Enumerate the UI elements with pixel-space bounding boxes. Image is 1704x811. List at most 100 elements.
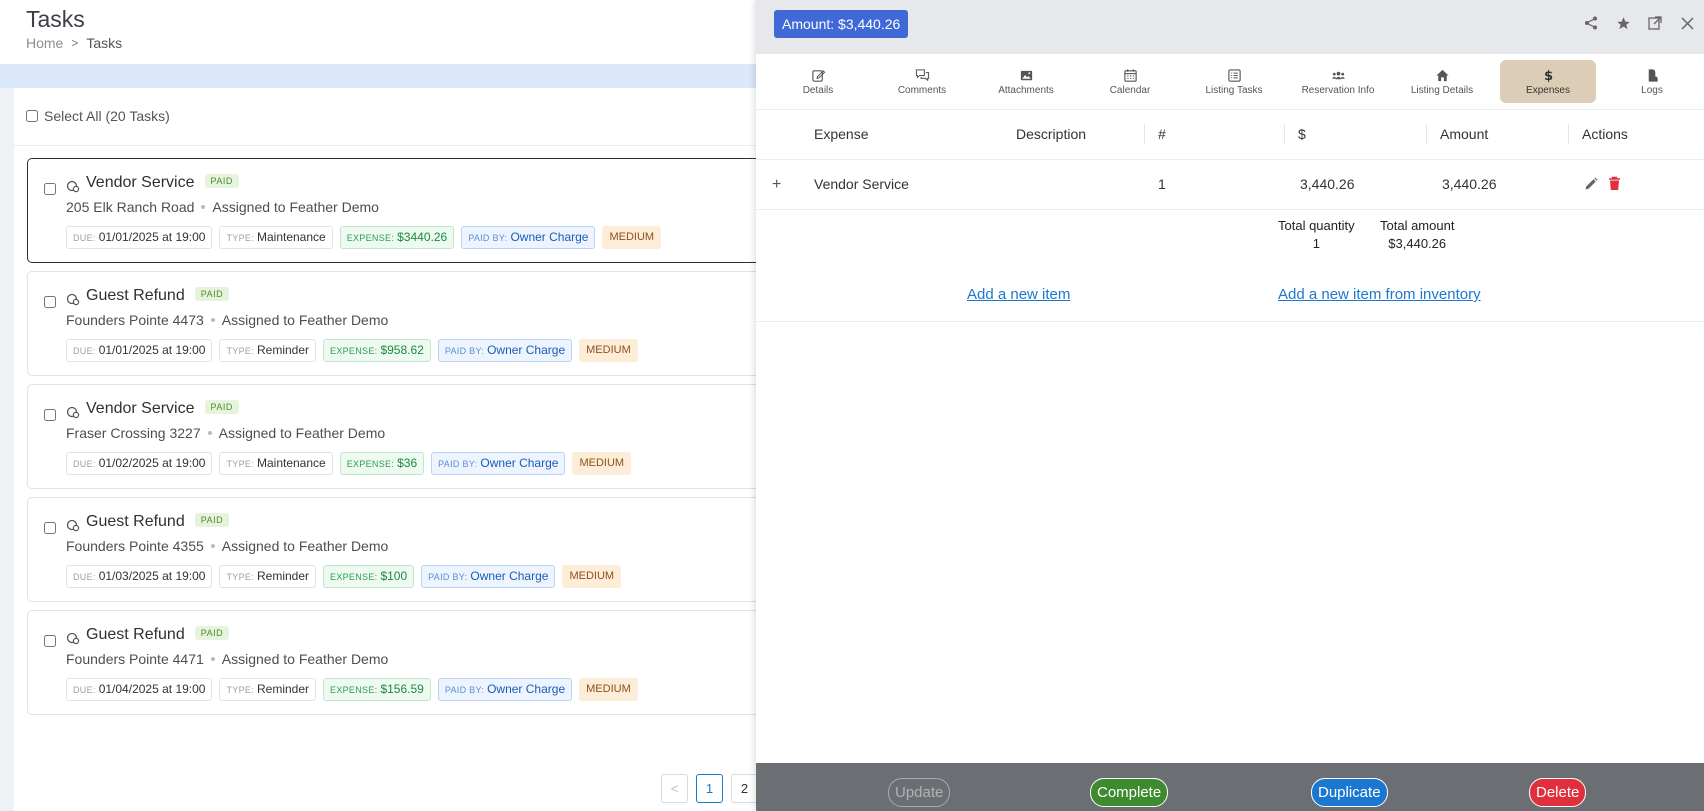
tab-expenses[interactable]: $ Expenses [1500, 60, 1596, 103]
task-checkbox[interactable] [44, 296, 56, 308]
pencil-icon[interactable] [1584, 177, 1598, 194]
task-type-icon [66, 632, 80, 645]
col-amount: Amount [1440, 126, 1489, 142]
log-icon [1648, 68, 1658, 82]
share-icon[interactable] [1582, 14, 1600, 32]
task-chips: DUE: 01/01/2025 at 19:00 TYPE: Reminder EX… [66, 339, 638, 362]
close-icon[interactable] [1678, 14, 1696, 32]
task-location: 205 Elk Ranch Road [66, 199, 195, 215]
col-actions: Actions [1582, 126, 1628, 142]
task-checkbox[interactable] [44, 409, 56, 421]
due-chip: DUE: 01/04/2025 at 19:00 [66, 678, 213, 701]
dollar-icon: $ [1543, 69, 1552, 83]
complete-button[interactable]: Complete [1090, 778, 1169, 807]
task-chips: DUE: 01/03/2025 at 19:00 TYPE: Reminder EX… [66, 565, 622, 588]
col-expense: Expense [814, 126, 869, 142]
pagination: < 1 2 [661, 774, 758, 803]
page-button-1[interactable]: 1 [696, 774, 723, 803]
page-button-2[interactable]: 2 [731, 774, 758, 803]
task-title[interactable]: Guest Refund PAID [86, 513, 230, 531]
paid-by-chip: PAID BY: Owner Charge [461, 226, 596, 249]
task-location: Fraser Crossing 3227 [66, 425, 201, 441]
task-title[interactable]: Guest Refund PAID [86, 626, 230, 644]
chevron-right-icon: > [71, 36, 79, 50]
due-chip: DUE: 01/02/2025 at 19:00 [66, 452, 213, 475]
task-title[interactable]: Vendor Service PAID [86, 400, 239, 418]
task-assignee: Assigned to Feather Demo [221, 651, 389, 667]
expenses-table-header: Expense Description # $ Amount Actions [756, 110, 1704, 160]
col-description: Description [1016, 126, 1087, 142]
task-subtitle: 205 Elk Ranch Road Assigned to Feather De… [66, 199, 379, 215]
task-checkbox[interactable] [44, 522, 56, 534]
task-type-icon [66, 180, 80, 193]
task-assignee: Assigned to Feather Demo [218, 425, 386, 441]
divider [14, 145, 760, 146]
expand-row-icon[interactable]: + [772, 176, 781, 194]
delete-button[interactable]: Delete [1529, 778, 1587, 807]
expense-chip: EXPENSE: $36 [339, 452, 425, 475]
update-button[interactable]: Update [888, 778, 951, 807]
task-card[interactable]: Guest Refund PAID Founders Pointe 4471 Ass… [27, 610, 787, 715]
total-amount-label: Total amount [1380, 218, 1455, 233]
home-icon [1435, 69, 1449, 81]
total-quantity-value: 1 [1312, 236, 1320, 251]
priority-badge: MEDIUM [579, 678, 638, 701]
task-subtitle: Founders Pointe 4471 Assigned to Feather … [66, 651, 388, 667]
tab-reservation-info[interactable]: Reservation Info [1290, 60, 1386, 103]
task-title[interactable]: Vendor Service PAID [86, 174, 239, 192]
edit-icon [811, 69, 825, 82]
duplicate-button[interactable]: Duplicate [1311, 778, 1388, 807]
task-chips: DUE: 01/04/2025 at 19:00 TYPE: Reminder EX… [66, 678, 638, 701]
dot-separator [201, 205, 206, 209]
task-assignee: Assigned to Feather Demo [221, 312, 389, 328]
task-checkbox[interactable] [44, 183, 56, 195]
external-link-icon[interactable] [1646, 14, 1664, 32]
dot-separator [210, 657, 215, 661]
select-all-label: Select All (20 Tasks) [44, 108, 170, 124]
task-title[interactable]: Guest Refund PAID [86, 287, 230, 305]
amount-badge: Amount: $3,440.26 [774, 10, 909, 38]
tab-listing-details[interactable]: Listing Details [1394, 60, 1490, 103]
add-from-inventory-link[interactable]: Add a new item from inventory [1278, 286, 1481, 303]
prev-page-button[interactable]: < [661, 774, 688, 803]
tab-listing-tasks[interactable]: Listing Tasks [1186, 60, 1282, 103]
dot-separator [207, 431, 212, 435]
tab-logs[interactable]: Logs [1604, 60, 1700, 103]
add-item-links: Add a new item Add a new item from inven… [756, 276, 1704, 322]
paid-by-chip: PAID BY: Owner Charge [437, 678, 573, 701]
cell-quantity: 1 [1158, 176, 1166, 192]
tab-calendar[interactable]: Calendar [1082, 60, 1178, 103]
expense-chip: EXPENSE: $958.62 [323, 339, 431, 362]
tab-details[interactable]: Details [770, 60, 866, 103]
task-card[interactable]: Vendor Service PAID 205 Elk Ranch Road Ass… [27, 158, 787, 263]
priority-badge: MEDIUM [579, 339, 638, 362]
add-new-item-link[interactable]: Add a new item [967, 286, 1070, 303]
task-card[interactable]: Guest Refund PAID Founders Pointe 4473 Ass… [27, 271, 787, 376]
trash-icon[interactable] [1608, 176, 1621, 194]
task-card[interactable]: Vendor Service PAID Fraser Crossing 3227 A… [27, 384, 787, 489]
cell-price: 3,440.26 [1300, 176, 1355, 192]
drawer-header: Amount: $3,440.26 [756, 0, 1704, 54]
task-card[interactable]: Guest Refund PAID Founders Pointe 4355 Ass… [27, 497, 787, 602]
task-subtitle: Founders Pointe 4473 Assigned to Feather … [66, 312, 388, 328]
comments-icon [915, 68, 929, 81]
breadcrumb-home[interactable]: Home [26, 35, 63, 51]
drawer-tabs: Details Comments Attachments Calendar Li… [756, 54, 1704, 110]
task-detail-drawer: Amount: $3,440.26 Details Comments Attac… [756, 0, 1704, 811]
due-chip: DUE: 01/01/2025 at 19:00 [66, 226, 213, 249]
image-icon [1020, 70, 1032, 80]
list-icon [1227, 68, 1241, 82]
total-amount: Total amount $3,440.26 [1380, 217, 1454, 253]
task-checkbox[interactable] [44, 635, 56, 647]
tab-attachments[interactable]: Attachments [978, 60, 1074, 103]
star-icon[interactable] [1614, 14, 1632, 32]
select-all-checkbox[interactable] [26, 110, 38, 122]
tab-comments[interactable]: Comments [874, 60, 970, 103]
calendar-icon [1123, 68, 1137, 82]
task-location: Founders Pointe 4473 [66, 312, 204, 328]
select-all[interactable]: Select All (20 Tasks) [26, 108, 170, 124]
users-icon [1331, 71, 1345, 79]
paid-by-chip: PAID BY: Owner Charge [437, 339, 573, 362]
task-type-icon [66, 406, 80, 419]
type-chip: TYPE: Reminder [219, 678, 317, 701]
